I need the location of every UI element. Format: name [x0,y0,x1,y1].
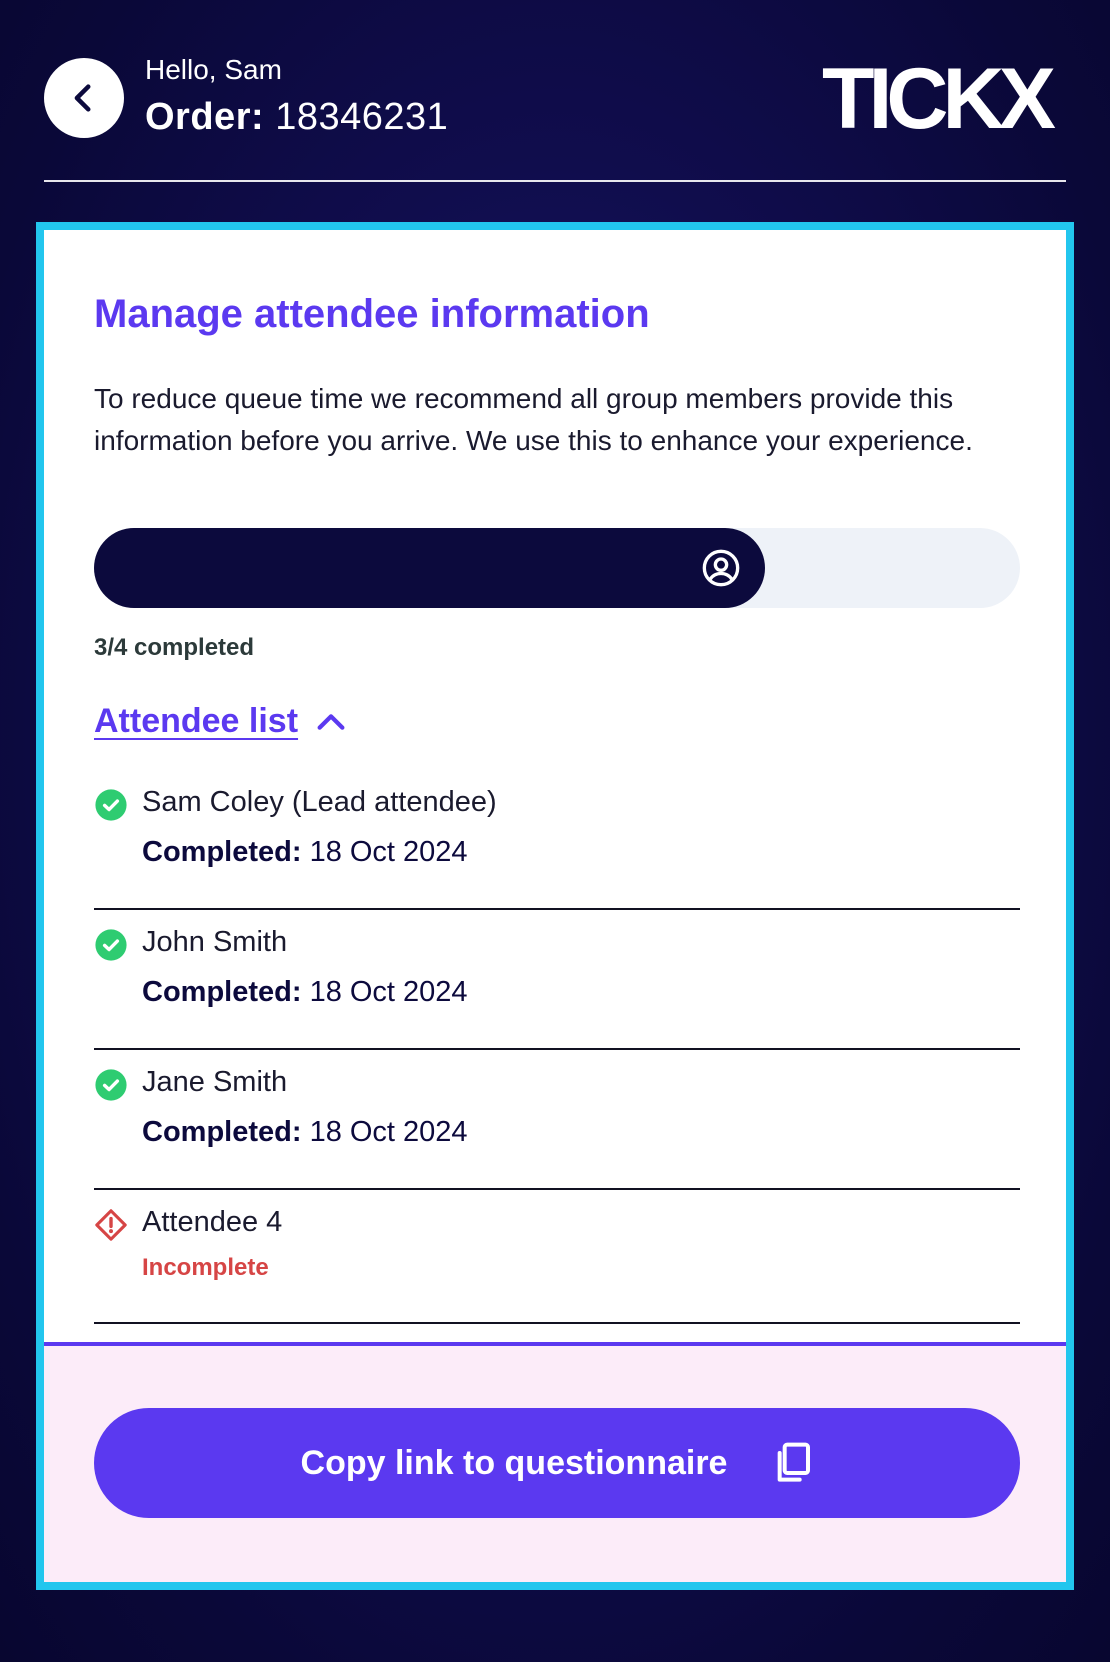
copy-link-button[interactable]: Copy link to questionnaire [94,1408,1020,1518]
back-button[interactable] [44,58,124,138]
brand-logo: TICKX [822,58,1062,138]
check-circle-icon [95,1069,127,1101]
attendee-name: Attendee 4 [142,1206,283,1238]
user-circle-icon [702,549,739,587]
attendee-name: Sam Coley (Lead attendee) [142,786,497,818]
app-header: Hello, Sam Order: 18346231 TICKX [0,0,1110,182]
greeting-text: Hello, Sam [145,54,282,85]
copy-icon [778,1442,811,1482]
completed-label: Completed: [142,1116,302,1148]
attendee-completed: Completed: 18 Oct 2024 [142,1116,468,1149]
check-circle-icon [95,929,127,961]
page-description: To reduce queue time we recommend all gr… [94,383,973,456]
order-label: Order: [145,96,265,138]
copy-link-button-label: Copy link to questionnaire [300,1443,728,1482]
completed-date: 18 Oct 2024 [309,976,468,1008]
completed-label: Completed: [142,976,302,1008]
check-circle-icon [95,789,127,821]
completed-label: Completed: [142,836,302,868]
attendee-completed: Completed: 18 Oct 2024 [142,836,468,869]
order-info: Order: 18346231 [145,96,448,139]
attendee-name: Jane Smith [142,1066,288,1098]
attendee-list: Sam Coley (Lead attendee) Completed: 18 … [94,770,1020,1324]
attendee-row: Jane Smith Completed: 18 Oct 2024 [94,1050,1020,1190]
chevron-up-icon [317,713,345,730]
progress-bar [94,528,1020,608]
progress-bar-fill [94,528,765,608]
attendee-row: John Smith Completed: 18 Oct 2024 [94,910,1020,1050]
attendee-list-toggle[interactable]: Attendee list [94,702,348,741]
attendee-list-label: Attendee list [94,702,299,740]
warning-diamond-icon [95,1209,127,1241]
attendee-name: John Smith [142,926,288,958]
status-badge-incomplete: Incomplete [142,1254,269,1281]
completed-date: 18 Oct 2024 [309,1116,468,1148]
attendee-completed: Completed: 18 Oct 2024 [142,976,468,1009]
attendee-card: Manage attendee information To reduce qu… [36,222,1074,1590]
header-divider [44,180,1066,182]
brand-logo-text: TICKX [822,58,1056,138]
chevron-left-icon [74,84,91,112]
card-footer: Copy link to questionnaire [44,1342,1066,1582]
attendee-row: Attendee 4 Incomplete [94,1190,1020,1324]
order-number: 18346231 [275,96,449,138]
completed-date: 18 Oct 2024 [309,836,468,868]
progress-label: 3/4 completed [94,634,255,661]
attendee-row: Sam Coley (Lead attendee) Completed: 18 … [94,770,1020,910]
page-title: Manage attendee information [94,292,650,336]
